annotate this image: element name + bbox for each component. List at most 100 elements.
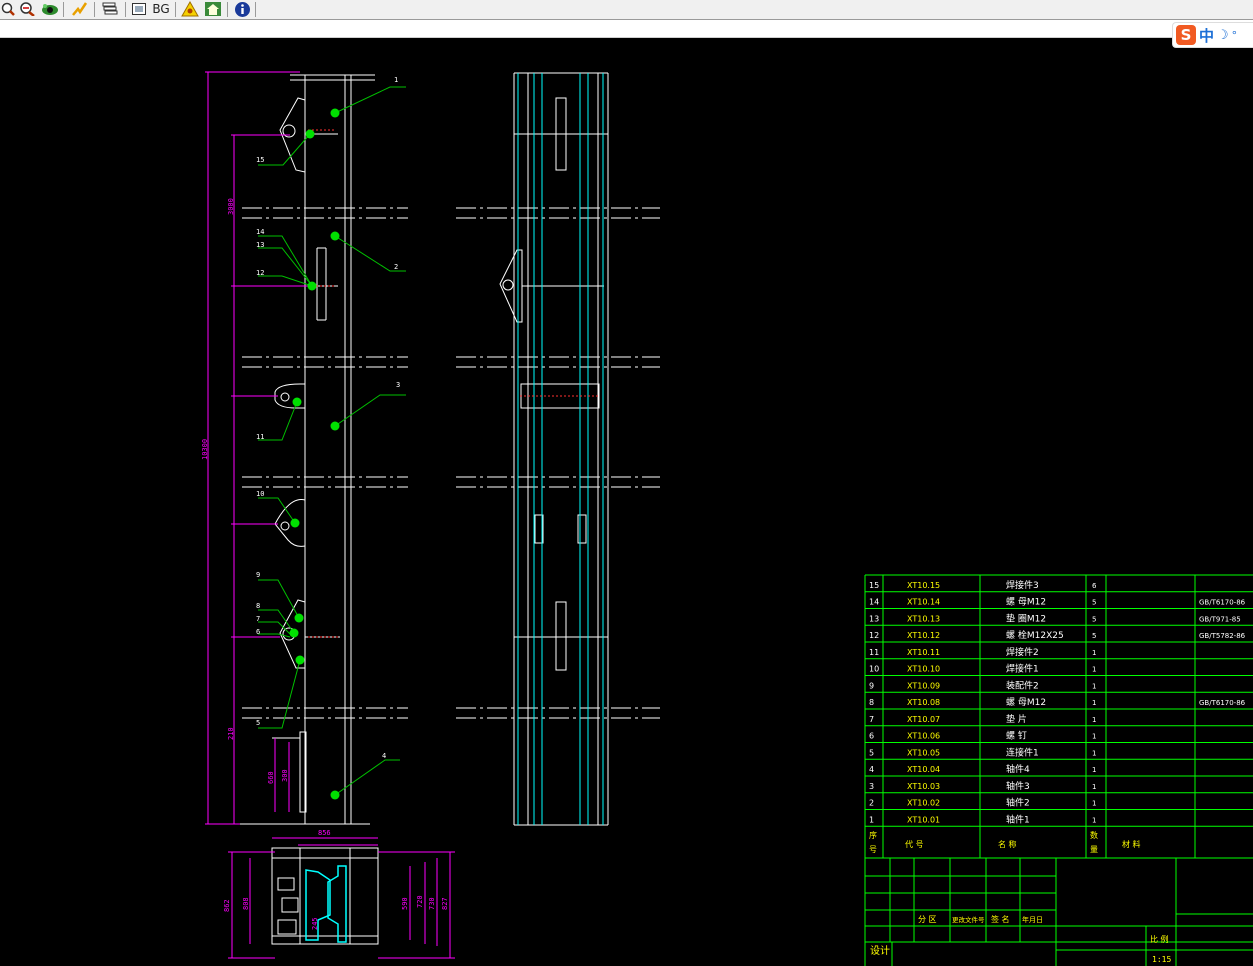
dim-660: 660 [267, 771, 275, 784]
bom-cell-qty: 1 [1092, 716, 1096, 724]
bom-cell-no: 11 [869, 648, 879, 657]
bom-cell-name: 装配件2 [1006, 679, 1039, 691]
bom-cell-name: 轴件2 [1006, 797, 1030, 809]
bom-cell-name: 轴件1 [1006, 813, 1030, 825]
bom-cell-no: 15 [869, 581, 879, 590]
bom-cell-name: 焊接件1 [1006, 663, 1039, 675]
balloon-label: 3 [396, 381, 400, 389]
balloon-label: 10 [256, 490, 264, 498]
bom-cell-name: 垫 圈M12 [1006, 612, 1046, 624]
info-icon[interactable] [232, 1, 252, 17]
title-block [865, 858, 1253, 966]
bom-cell-code: XT10.15 [907, 581, 940, 590]
bom-cell-name: 螺 母M12 [1006, 697, 1046, 708]
toolbar-separator [175, 2, 176, 17]
header-name: 名 称 [998, 839, 1017, 849]
pan-icon[interactable] [68, 1, 90, 17]
balloon-label: 8 [256, 602, 260, 610]
dim-3000: 3000 [227, 198, 235, 215]
bg-button[interactable]: BG [150, 1, 172, 17]
fit-icon[interactable] [180, 1, 200, 17]
bom-cell-code: XT10.06 [907, 732, 940, 741]
bom-cell-no: 7 [869, 715, 874, 724]
dim-10300: 10300 [201, 439, 209, 460]
bom-cell-name: 轴件4 [1006, 763, 1030, 775]
bom-cell-code: XT10.05 [907, 748, 940, 757]
header-qty: 数 [1090, 830, 1098, 840]
bom-cell-code: XT10.14 [907, 598, 940, 607]
dim-808: 808 [242, 897, 250, 910]
bom-cell-name: 螺 母M12 [1006, 597, 1046, 608]
bom-cell-no: 5 [869, 748, 874, 757]
header-material: 材 料 [1122, 839, 1141, 849]
bom-cell-code: XT10.04 [907, 765, 940, 774]
bom-cell-qty: 6 [1092, 582, 1097, 590]
bom-cell-name: 螺 钉 [1006, 731, 1027, 742]
bom-cell-no: 14 [869, 598, 879, 607]
bom-cell-std: GB/T971-85 [1199, 615, 1241, 623]
balloon-label: 9 [256, 571, 260, 579]
toolbar-separator [125, 2, 126, 17]
background-icon[interactable] [130, 1, 148, 17]
side-view [456, 72, 660, 826]
bom-cell-qty: 1 [1092, 800, 1096, 808]
bom-cell-qty: 1 [1092, 699, 1096, 707]
dim-856: 856 [318, 829, 331, 837]
tb-signature: 签 名 [991, 914, 1010, 924]
bom-cell-qty: 1 [1092, 783, 1096, 791]
dim-245: 245 [311, 917, 319, 930]
bom-cell-qty: 1 [1092, 666, 1096, 674]
bom-cell-std: GB/T6170-86 [1199, 699, 1246, 707]
tb-design: 设计 [870, 944, 890, 957]
tb-scale-label: 比 例 [1150, 934, 1169, 944]
balloon-label: 12 [256, 269, 264, 277]
bom-cell-no: 3 [869, 782, 874, 791]
bom-cell-qty: 1 [1092, 649, 1096, 657]
balloon-label: 2 [394, 263, 398, 271]
tb-zone: 分 区 [918, 915, 937, 924]
header-qty-2: 量 [1090, 845, 1098, 854]
balloon-label: 1 [394, 76, 398, 84]
zoom-in-icon[interactable] [0, 1, 16, 17]
bom-cell-qty: 1 [1092, 733, 1096, 741]
front-view-dimensions [205, 71, 310, 825]
section-view: 856 862 808 590 720 730 827 245 [223, 829, 455, 959]
tb-scale: 1:15 [1152, 955, 1171, 964]
header-code: 代 号 [905, 839, 924, 849]
bom-cell-no: 4 [869, 765, 874, 774]
bom-cell-code: XT10.03 [907, 782, 940, 791]
bom-cell-std: GB/T5782-86 [1199, 632, 1246, 640]
eye-icon[interactable] [40, 1, 60, 17]
toolbar: BG [0, 0, 1253, 20]
zoom-out-icon[interactable] [18, 1, 36, 17]
bom-cell-qty: 1 [1092, 816, 1096, 824]
balloon-label: 14 [256, 228, 264, 236]
home-icon[interactable] [203, 1, 223, 17]
bom-cell-name: 焊接件2 [1006, 646, 1039, 658]
toolbar-separator [255, 2, 256, 17]
balloon-label: 7 [256, 615, 260, 623]
layers-icon[interactable] [99, 1, 121, 17]
dim-720: 720 [416, 895, 424, 908]
cad-canvas[interactable]: 3000 10300 660 300 210 1 15 14 13 12 2 3 [0, 38, 1253, 966]
toolbar-separator [227, 2, 228, 17]
bom-cell-code: XT10.13 [907, 614, 940, 623]
dim-730: 730 [428, 897, 436, 910]
balloon-label: 11 [256, 433, 264, 441]
bom-cell-code: XT10.12 [907, 631, 940, 640]
bom-cell-code: XT10.08 [907, 698, 940, 707]
bom-cell-qty: 5 [1092, 599, 1096, 607]
leaders [258, 86, 406, 796]
balloon-label: 15 [256, 156, 264, 164]
bom-cell-code: XT10.07 [907, 715, 940, 724]
dim-862: 862 [223, 899, 231, 912]
bom-cell-no: 12 [869, 631, 879, 640]
bom-cell-no: 10 [869, 665, 879, 674]
tb-change-doc: 更改文件号 [952, 915, 985, 924]
balloon-label: 4 [382, 752, 386, 760]
toolbar-separator [94, 2, 95, 17]
bom-cell-std: GB/T6170-86 [1199, 599, 1246, 607]
bom-header: 序 号 代 号 名 称 数 量 材 料 [869, 830, 1141, 854]
bom-cell-qty: 1 [1092, 766, 1096, 774]
bom-cell-name: 连接件1 [1006, 746, 1039, 758]
